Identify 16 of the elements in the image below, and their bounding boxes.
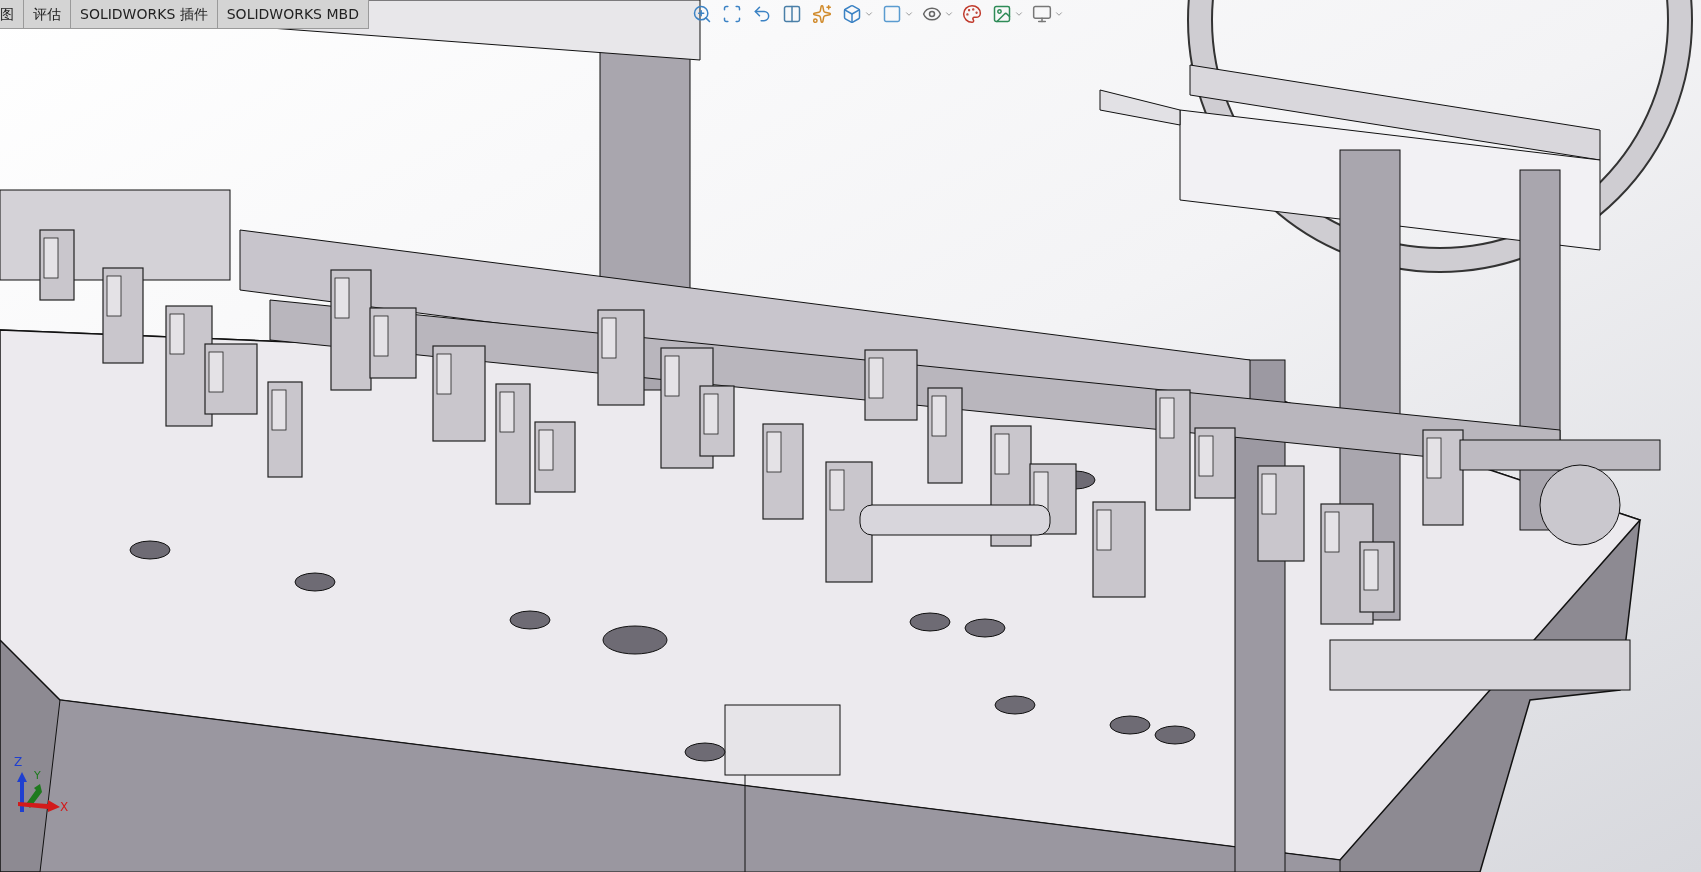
y-axis-label: Y (34, 770, 41, 781)
caret-icon[interactable] (1014, 9, 1024, 19)
caret-icon[interactable] (944, 9, 954, 19)
z-axis-arrow-icon (17, 772, 27, 812)
ribbon-tab[interactable]: 评估 (24, 0, 71, 29)
z-axis-label: Z (14, 756, 23, 768)
ribbon-tab[interactable]: 图 (0, 0, 24, 29)
x-axis-arrow-icon (18, 800, 60, 812)
palette-button[interactable] (960, 2, 984, 26)
caret-icon[interactable] (864, 9, 874, 19)
sparkle-button[interactable] (810, 2, 834, 26)
caret-icon[interactable] (1054, 9, 1064, 19)
ribbon-tab[interactable]: SOLIDWORKS 插件 (71, 0, 218, 29)
ribbon-tab[interactable]: SOLIDWORKS MBD (217, 0, 369, 29)
x-axis-label: X (60, 801, 69, 813)
caret-icon[interactable] (904, 9, 914, 19)
